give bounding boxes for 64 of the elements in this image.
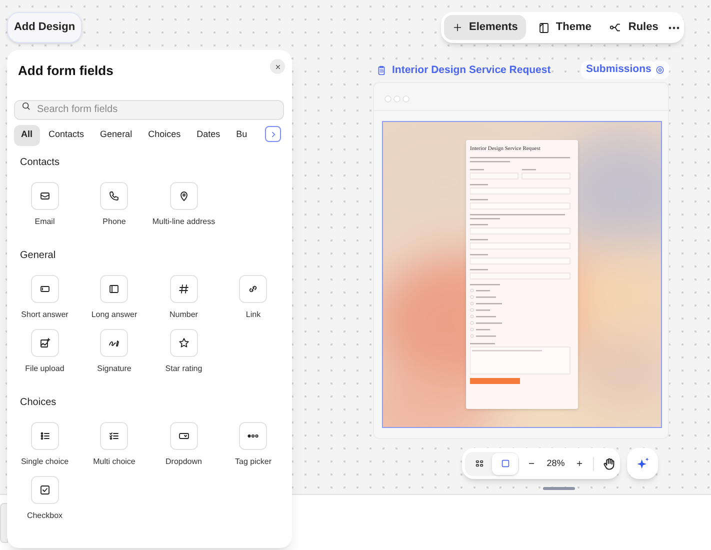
checkbox-icon [38, 484, 51, 496]
field-type-item[interactable]: Star rating [149, 329, 218, 374]
link-icon [247, 283, 260, 295]
phone-layout-icon [538, 22, 550, 34]
location-pin-icon [178, 190, 190, 202]
section-heading: Choices [20, 396, 58, 410]
field-type-item[interactable]: Email [10, 182, 80, 227]
zoom-level: 28% [546, 456, 565, 470]
field-type-item[interactable]: Link [218, 275, 288, 320]
section-heading: General [20, 249, 57, 263]
elements-button[interactable]: Elements [444, 15, 526, 40]
window-dots-icon [384, 95, 412, 103]
plus-icon [575, 459, 584, 468]
filter-tab[interactable]: Choices [141, 124, 188, 146]
field-type-item[interactable]: File upload [10, 329, 80, 374]
next-button[interactable] [265, 126, 281, 142]
panel-title: Add form fields [18, 62, 114, 80]
rules-button[interactable]: Rules [601, 15, 666, 40]
field-type-item[interactable]: Signature [80, 329, 149, 374]
image-plus-icon [38, 337, 51, 349]
hash-icon [178, 283, 190, 295]
view-button[interactable] [492, 452, 518, 474]
clipboard-icon [376, 65, 387, 76]
settings-icon [655, 65, 665, 75]
card-background [0, 503, 8, 543]
filter-tab[interactable]: Contacts [42, 124, 92, 146]
plus-icon [452, 22, 463, 33]
branch-icon [609, 21, 622, 34]
settings-button[interactable] [651, 61, 669, 79]
theme-button[interactable]: Theme [530, 15, 600, 40]
field-type-item[interactable]: Tag picker [218, 422, 288, 467]
section-heading: Contacts [20, 156, 60, 170]
field-type-item[interactable]: Multi choice [80, 422, 149, 467]
long-field-icon [108, 283, 120, 295]
field-type-item[interactable]: Long answer [80, 275, 149, 320]
search-icon [21, 101, 31, 111]
field-type-item[interactable]: Short answer [10, 275, 80, 320]
form-title[interactable]: Interior Design Service Request [392, 63, 551, 79]
hand-icon [602, 456, 616, 470]
square-view-icon [500, 458, 510, 469]
phone-icon [108, 190, 120, 202]
short-field-icon [38, 283, 51, 295]
dropdown-icon [178, 430, 190, 442]
field-type-item[interactable]: Phone [80, 182, 149, 227]
resize-handle[interactable] [543, 487, 575, 490]
envelope-icon [38, 190, 51, 202]
search-field[interactable]: Search form fields [14, 100, 284, 120]
grid-view-icon [474, 458, 484, 469]
close-icon [274, 62, 282, 70]
field-type-item[interactable]: Single choice [10, 422, 80, 467]
filter-tab[interactable]: All [14, 124, 40, 146]
field-type-item[interactable]: Dropdown [149, 422, 218, 467]
field-type-item[interactable]: Multi-line address [149, 182, 218, 227]
checklist-icon [108, 430, 120, 442]
star-icon [178, 337, 190, 349]
field-type-item[interactable]: Checkbox [10, 476, 80, 521]
add-design-button[interactable]: Add Design [7, 12, 82, 43]
field-type-item[interactable]: Number [149, 275, 218, 320]
bullet-list-icon [38, 430, 51, 442]
sparkle-icon [636, 456, 650, 470]
filter-tab[interactable]: Bu [229, 124, 254, 146]
filter-tab[interactable]: General [93, 124, 140, 146]
close-button[interactable] [270, 59, 285, 74]
filter-tab[interactable]: Dates [190, 124, 228, 146]
